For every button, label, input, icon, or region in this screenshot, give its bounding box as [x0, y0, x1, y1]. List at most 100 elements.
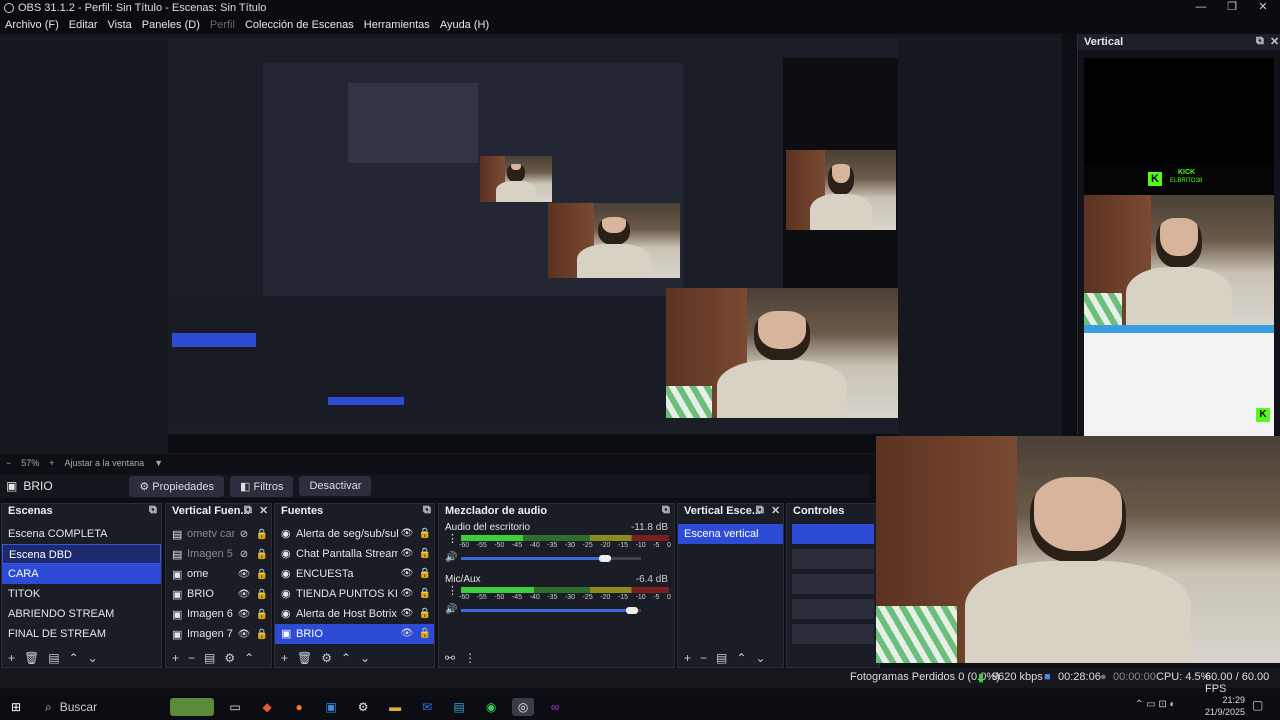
clock-date[interactable]: 21/9/2025 — [1195, 707, 1245, 717]
scene-item[interactable]: Escena COMPLETA — [2, 524, 161, 544]
remove-scene-button[interactable]: − — [700, 651, 707, 665]
menu-item[interactable]: Editar — [64, 19, 103, 31]
vertical-source-row[interactable]: ▣ Imagen 6 👁 🔒 — [166, 604, 271, 624]
close-icon[interactable]: ✕ — [1270, 35, 1279, 48]
menu-item[interactable]: Perfil — [205, 19, 240, 31]
speaker-icon[interactable]: 🔊 — [445, 552, 457, 563]
source-row[interactable]: ◉ TIENDA PUNTOS KICK👁🔒 — [275, 584, 434, 604]
source-row[interactable]: ◉ Chat Pantalla StreamLa👁🔒 — [275, 544, 434, 564]
undock-icon[interactable]: ⧉ — [244, 504, 252, 517]
more-options-icon[interactable]: ⋮ — [464, 651, 476, 665]
system-tray-icons[interactable]: ⌃ ▭ ⊡ ◐ — [1135, 699, 1176, 710]
lock-icon[interactable]: 🔒 — [253, 589, 271, 600]
clock-time[interactable]: 21:29 — [1205, 695, 1245, 705]
zoom-out-button[interactable]: − — [6, 458, 11, 468]
source-row[interactable]: ◉ Alerta de seg/sub/subR👁🔒 — [275, 524, 434, 544]
move-up-icon[interactable]: ⌃ — [736, 651, 746, 665]
gear-icon[interactable]: ⚙ — [224, 651, 235, 665]
start-recording-button[interactable] — [792, 549, 874, 569]
lock-icon[interactable]: 🔒 — [416, 524, 434, 544]
outlook-icon[interactable]: ✉ — [416, 698, 438, 716]
close-button[interactable]: ✕ — [1248, 0, 1278, 16]
link-icon[interactable]: ⚯ — [445, 651, 455, 665]
eye-icon[interactable]: ⊘ — [235, 529, 253, 540]
lock-icon[interactable]: 🔒 — [253, 529, 271, 540]
add-source-button[interactable]: + — [172, 651, 179, 665]
settings-icon[interactable]: ⚙ — [352, 698, 374, 716]
undock-icon[interactable]: ⧉ — [1256, 35, 1264, 48]
notification-icon[interactable]: ▢ — [1252, 698, 1263, 712]
menu-item[interactable]: Archivo (F) — [0, 19, 64, 31]
store-icon[interactable]: ▣ — [320, 698, 342, 716]
firefox-icon[interactable]: ● — [288, 698, 310, 716]
vertical-source-row[interactable]: ▤ Imagen 5 ⊘ 🔒 — [166, 544, 271, 564]
eye-icon[interactable]: 👁 — [235, 629, 253, 640]
add-scene-button[interactable]: + — [8, 651, 15, 665]
scene-item[interactable]: CARA — [2, 564, 161, 584]
source-row[interactable]: ◉ ENCUESTa 👁 🔒 — [275, 564, 434, 584]
settings-button[interactable] — [792, 624, 874, 644]
obs-taskbar-icon[interactable]: ◎ — [512, 698, 535, 716]
lock-icon[interactable]: 🔒 — [253, 609, 271, 620]
virtual-camera-button[interactable] — [792, 574, 874, 594]
move-up-icon[interactable]: ⌃ — [341, 651, 351, 665]
eye-icon[interactable]: 👁 — [398, 544, 416, 564]
lock-icon[interactable]: 🔒 — [253, 569, 271, 580]
properties-button[interactable]: ⚙ Propiedades — [129, 475, 225, 497]
volume-slider[interactable] — [461, 557, 605, 560]
delete-source-icon[interactable]: 🗑 — [297, 651, 312, 665]
scene-item[interactable]: Escena DBD — [2, 544, 161, 564]
vertical-source-row[interactable]: ▣ BRIO 👁 🔒 — [166, 584, 271, 604]
scene-item[interactable]: FINAL DE STREAM — [2, 624, 161, 644]
vertical-canvas[interactable]: K KICK ELBRITO38 K — [1084, 58, 1274, 436]
undock-icon[interactable]: ⧉ — [662, 504, 670, 517]
vertical-source-row[interactable]: ▣ ome 👁 🔒 — [166, 564, 271, 584]
whatsapp-icon[interactable]: ◉ — [480, 698, 502, 716]
undock-icon[interactable]: ⧉ — [423, 504, 431, 517]
move-up-icon[interactable]: ⌃ — [244, 651, 254, 665]
lock-icon[interactable]: 🔒 — [416, 604, 434, 624]
remove-source-button[interactable]: − — [188, 651, 195, 665]
volume-knob[interactable] — [626, 607, 638, 614]
chevron-down-icon[interactable]: ▼ — [154, 458, 163, 468]
start-streaming-button[interactable] — [792, 524, 874, 544]
move-down-icon[interactable]: ⌄ — [360, 651, 370, 665]
move-up-icon[interactable]: ⌃ — [69, 651, 79, 665]
filters-button[interactable]: ◧ Filtros — [230, 475, 294, 497]
menu-item[interactable]: Ayuda (H) — [435, 19, 494, 31]
eye-icon[interactable]: 👁 — [398, 564, 416, 584]
lock-icon[interactable]: 🔒 — [416, 584, 434, 604]
menu-item[interactable]: Paneles (D) — [137, 19, 205, 31]
lock-icon[interactable]: 🔒 — [253, 549, 271, 560]
restore-button[interactable]: ❐ — [1217, 0, 1247, 16]
lock-icon[interactable]: 🔒 — [253, 629, 271, 640]
scene-filters-icon[interactable]: ▤ — [48, 651, 59, 665]
eye-icon[interactable]: 👁 — [235, 609, 253, 620]
windows-start-icon[interactable]: ⊞ — [5, 698, 27, 716]
lock-icon[interactable]: 🔒 — [416, 544, 434, 564]
lock-icon[interactable]: 🔒 — [416, 624, 434, 644]
scene-item[interactable]: ABRIENDO STREAM — [2, 604, 161, 624]
eye-icon[interactable]: 👁 — [235, 589, 253, 600]
lock-icon[interactable]: 🔒 — [416, 564, 434, 584]
source-filters-icon[interactable]: ▤ — [204, 651, 215, 665]
speaker-icon[interactable]: 🔊 — [445, 604, 457, 615]
add-source-button[interactable]: + — [281, 651, 288, 665]
task-view-icon[interactable]: ▭ — [224, 698, 246, 716]
eye-icon[interactable]: 👁 — [398, 604, 416, 624]
vertical-source-row[interactable]: ▣ Imagen 7 👁 🔒 — [166, 624, 271, 644]
gear-icon[interactable]: ⚙ — [321, 651, 332, 665]
eye-icon[interactable]: ⊘ — [235, 549, 253, 560]
eye-icon[interactable]: 👁 — [398, 624, 416, 644]
eye-icon[interactable]: 👁 — [398, 584, 416, 604]
eye-icon[interactable]: 👁 — [235, 569, 253, 580]
menu-item[interactable]: Herramientas — [359, 19, 435, 31]
move-down-icon[interactable]: ⌄ — [88, 651, 98, 665]
preview-canvas[interactable] — [168, 38, 898, 453]
app-icon[interactable]: ◆ — [256, 698, 278, 716]
app-purple-icon[interactable]: ∞ — [544, 698, 566, 716]
widget-icon[interactable] — [170, 698, 215, 716]
channel-menu-icon[interactable]: ⋮ — [447, 584, 458, 597]
undock-icon[interactable]: ⧉ — [149, 504, 157, 517]
scene-item[interactable]: TITOK — [2, 584, 161, 604]
